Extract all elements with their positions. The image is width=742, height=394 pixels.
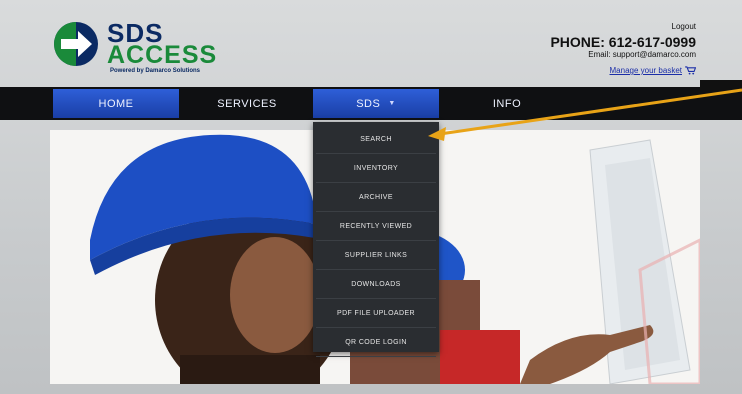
menu-item-downloads-label: DOWNLOADS [351, 281, 401, 288]
logout-link[interactable]: Logout [550, 22, 696, 32]
menu-item-qr-code-login[interactable]: QR CODE LOGIN [316, 329, 436, 357]
menu-item-supplier-links-label: SUPPLIER LINKS [344, 252, 408, 259]
menu-item-qr-code-login-label: QR CODE LOGIN [345, 339, 407, 346]
nav-services[interactable]: SERVICES [184, 89, 310, 118]
logo-text-access: ACCESS [107, 41, 218, 69]
support-email: Email: support@damarco.com [588, 50, 696, 59]
cart-icon [685, 66, 696, 75]
menu-item-search-label: SEARCH [360, 136, 392, 143]
nav-home-label: HOME [98, 97, 134, 110]
phone-number: PHONE: 612-617-0999 [550, 34, 696, 50]
menu-item-supplier-links[interactable]: SUPPLIER LINKS [316, 242, 436, 270]
nav-info[interactable]: INFO [444, 89, 570, 118]
manage-basket-link[interactable]: Manage your basket [609, 65, 696, 76]
main-nav: HOME SERVICES SDS ▼ INFO [0, 87, 742, 120]
manage-basket-label: Manage your basket [609, 66, 683, 75]
contact-block: Logout PHONE: 612-617-0999 Email: suppor… [550, 22, 696, 78]
nav-home[interactable]: HOME [53, 89, 179, 118]
logo-tagline: Powered by Damarco Solutions [110, 68, 201, 74]
menu-item-search[interactable]: SEARCH [316, 126, 436, 154]
menu-item-inventory[interactable]: INVENTORY [316, 155, 436, 183]
sds-dropdown-menu: SEARCH INVENTORY ARCHIVE RECENTLY VIEWED… [313, 122, 439, 357]
menu-item-downloads[interactable]: DOWNLOADS [316, 271, 436, 299]
menu-item-pdf-file-uploader[interactable]: PDF FILE UPLOADER [316, 300, 436, 328]
nav-sds-label: SDS [356, 97, 381, 110]
logo-arrow-icon [54, 22, 98, 66]
menu-item-inventory-label: INVENTORY [353, 165, 399, 172]
menu-item-recently-viewed-label: RECENTLY VIEWED [339, 223, 413, 230]
nav-info-label: INFO [492, 97, 522, 110]
chevron-down-icon: ▼ [388, 100, 396, 107]
sds-access-logo[interactable]: SDS ACCESS Powered by Damarco Solutions [52, 18, 222, 78]
menu-item-archive-label: ARCHIVE [359, 194, 393, 201]
nav-sds[interactable]: SDS ▼ [313, 89, 439, 118]
menu-item-pdf-file-uploader-label: PDF FILE UPLOADER [337, 310, 415, 317]
menu-item-recently-viewed[interactable]: RECENTLY VIEWED [316, 213, 436, 241]
nav-services-label: SERVICES [217, 97, 277, 110]
menu-item-archive[interactable]: ARCHIVE [316, 184, 436, 212]
